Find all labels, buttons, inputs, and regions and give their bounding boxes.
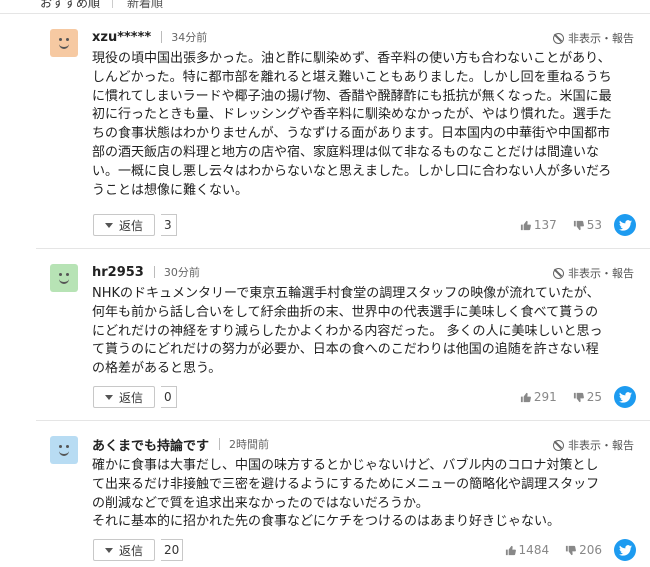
reply-count[interactable]: 3 bbox=[161, 214, 177, 236]
comment-line: 部の酒天飯店の料理と地方の店や宿、家庭料理は似て非なるものなことだけは間違いな bbox=[92, 144, 600, 160]
twitter-bird-icon bbox=[618, 544, 632, 556]
comment-line: の格差があると思う。 bbox=[92, 361, 222, 377]
tab-divider bbox=[112, 0, 113, 8]
dislike-button[interactable]: 206 bbox=[565, 543, 602, 557]
avatar[interactable] bbox=[50, 264, 78, 292]
comment-body: 現役の頃中国出張多かった。油と酢に馴染めず、香辛料の使い方も合わないことがあり、… bbox=[92, 50, 640, 200]
twitter-share-button[interactable] bbox=[614, 214, 636, 236]
report-label: 非表示・報告 bbox=[568, 439, 634, 452]
like-count: 137 bbox=[533, 218, 557, 232]
reactions: 291 25 bbox=[520, 386, 636, 408]
like-count: 291 bbox=[533, 390, 557, 404]
comment-line: 現役の頃中国出張多かった。油と酢に馴染めず、香辛料の使い方も合わないことがあり、 bbox=[92, 51, 611, 66]
report-link[interactable]: 非表示・報告 bbox=[553, 265, 634, 281]
reactions: 137 53 bbox=[520, 214, 636, 236]
tab-newest[interactable]: 新着順 bbox=[127, 0, 163, 11]
comment-header: hr2953 30分前 bbox=[92, 263, 200, 281]
reply-label: 返信 bbox=[118, 390, 143, 405]
thumbs-down-icon bbox=[573, 392, 584, 402]
dislike-button[interactable]: 53 bbox=[573, 218, 602, 232]
timestamp: 34分前 bbox=[171, 31, 208, 44]
ban-icon bbox=[553, 439, 564, 451]
comment-line: の削減などで質を追求出来なかったのではないだろうか。 bbox=[92, 495, 429, 511]
comment-item: xzu***** 34分前 非表示・報告 現役の頃中国出張多かった。油と酢に馴染… bbox=[36, 14, 650, 249]
ban-icon bbox=[553, 32, 564, 44]
avatar[interactable] bbox=[50, 29, 78, 57]
twitter-share-button[interactable] bbox=[614, 539, 636, 561]
comment-line: ちの食事状態はわかりませんが、うなずける面があります。日本国内の中華街や中国都市 bbox=[92, 126, 611, 142]
twitter-bird-icon bbox=[618, 391, 632, 403]
reply-button[interactable]: 返信 bbox=[93, 386, 155, 408]
reply-label: 返信 bbox=[118, 218, 143, 233]
dislike-button[interactable]: 25 bbox=[573, 390, 602, 404]
thumbs-down-icon bbox=[566, 545, 577, 555]
comment-body: NHKのドキュメンタリーで東京五輪選手村食堂の調理スタッフの映像が流れていたが、… bbox=[92, 285, 640, 379]
comment-line: それに基本的に招かれた先の食事などにケチをつけるのはあまり好きじゃない。 bbox=[92, 514, 561, 530]
like-button[interactable]: 1484 bbox=[505, 543, 550, 557]
comment-line: 何年も前から話し合いをして紆余曲折の末、世界中の代表選手に美味しく食べて貰うの bbox=[92, 304, 599, 320]
thumbs-up-icon bbox=[520, 220, 531, 230]
like-button[interactable]: 291 bbox=[520, 390, 557, 404]
comment-line: にどれだけの神経をすり減らしたかよくわかる内容だった。 多くの人に美味しいと思っ bbox=[92, 323, 603, 339]
comment-header: xzu***** 34分前 bbox=[92, 28, 207, 46]
comment-item: hr2953 30分前 非表示・報告 NHKのドキュメンタリーで東京五輪選手村食… bbox=[36, 249, 650, 421]
report-label: 非表示・報告 bbox=[568, 32, 634, 45]
sort-tabs: おすすめ順 新着順 bbox=[0, 0, 650, 14]
tab-recommended[interactable]: おすすめ順 bbox=[40, 0, 100, 11]
dislike-count: 206 bbox=[579, 543, 602, 557]
username[interactable]: あくまでも持論です bbox=[92, 435, 209, 454]
reply-count[interactable]: 0 bbox=[161, 386, 177, 408]
timestamp: 2時間前 bbox=[229, 438, 270, 451]
comment-line: 初に行ったときも量、ドレッシングや香辛料に馴染めなかったが、やはり慣れた。選手た bbox=[92, 107, 612, 123]
username[interactable]: xzu***** bbox=[92, 30, 151, 45]
chevron-down-icon bbox=[104, 394, 113, 400]
thumbs-down-icon bbox=[573, 220, 584, 230]
reply-count[interactable]: 20 bbox=[161, 539, 183, 561]
dislike-count: 53 bbox=[586, 218, 602, 232]
ban-icon bbox=[553, 267, 564, 279]
report-label: 非表示・報告 bbox=[568, 267, 634, 280]
comment-line: い。一概に良し悪し云々はわからないなと思えました。しかし口に合わない人が多いだろ bbox=[92, 163, 612, 179]
reply-button[interactable]: 返信 bbox=[93, 214, 155, 236]
username[interactable]: hr2953 bbox=[92, 265, 144, 280]
comment-header: あくまでも持論です 2時間前 bbox=[92, 435, 270, 454]
twitter-bird-icon bbox=[618, 219, 632, 231]
chevron-down-icon bbox=[104, 222, 113, 228]
twitter-share-button[interactable] bbox=[614, 386, 636, 408]
dislike-count: 25 bbox=[586, 390, 602, 404]
comment-line: 確かに食事は大事だし、中国の味方するとかじゃないけど、バブル内のコロナ対策とし bbox=[92, 458, 599, 473]
thumbs-up-icon bbox=[505, 545, 516, 555]
comment-line: て貰うのにどれだけの努力が必要か、日本の食へのこだわりは他国の追随を許さない程 bbox=[92, 342, 599, 358]
comment-item: あくまでも持論です 2時間前 非表示・報告 確かに食事は大事だし、中国の味方する… bbox=[36, 421, 650, 567]
reply-button[interactable]: 返信 bbox=[93, 539, 155, 561]
comment-line: に慣れてしまいラードや椰子油の揚げ物、香醋や醗酵酢にも抵抗が無くなった。米国に最 bbox=[92, 88, 612, 104]
comment-line: て出来るだけ非接触で三密を避けるようにするためにメニューの簡略化や調理スタッフ bbox=[92, 476, 600, 492]
report-link[interactable]: 非表示・報告 bbox=[553, 30, 634, 46]
report-link[interactable]: 非表示・報告 bbox=[553, 437, 634, 453]
reply-label: 返信 bbox=[118, 543, 143, 558]
comment-body: 確かに食事は大事だし、中国の味方するとかじゃないけど、バブル内のコロナ対策とし … bbox=[92, 457, 640, 532]
reactions: 1484 206 bbox=[505, 539, 636, 561]
like-button[interactable]: 137 bbox=[520, 218, 557, 232]
timestamp: 30分前 bbox=[163, 266, 200, 279]
comment-line: しんどかった。特に都市部を離れると堪え難いこともありました。しかし回を重ねるうち bbox=[92, 69, 612, 85]
comment-line: NHKのドキュメンタリーで東京五輪選手村食堂の調理スタッフの映像が流れていたが、 bbox=[92, 286, 600, 301]
thumbs-up-icon bbox=[520, 392, 531, 402]
like-count: 1484 bbox=[518, 543, 550, 557]
avatar[interactable] bbox=[50, 436, 78, 464]
chevron-down-icon bbox=[104, 547, 113, 553]
comment-line: うことは想像に難くない。 bbox=[92, 182, 249, 198]
